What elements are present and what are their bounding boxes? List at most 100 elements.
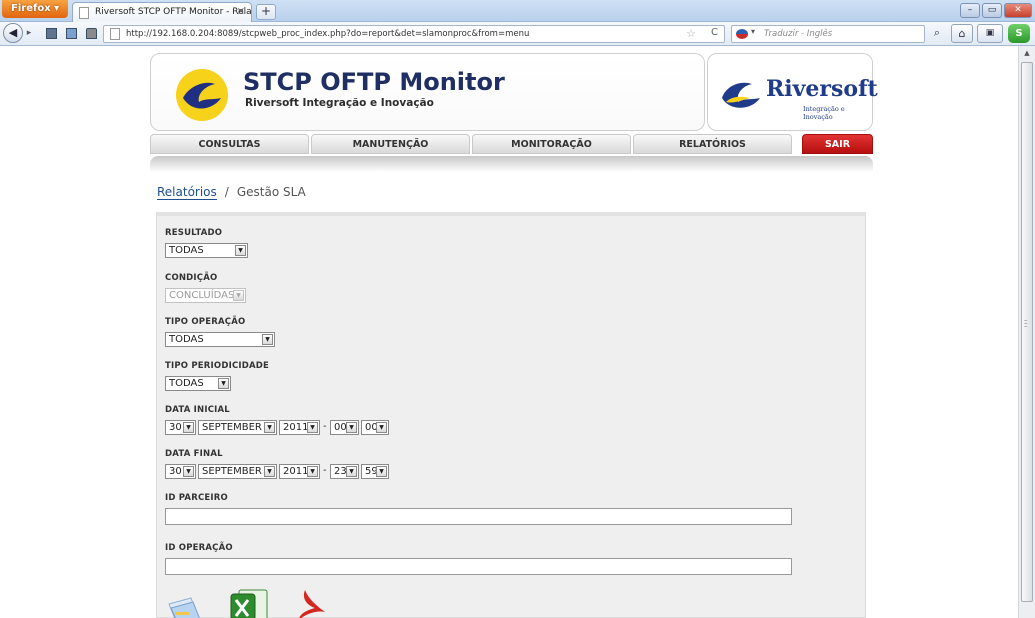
brand-panel: Riversoft Integração e Inovação — [707, 53, 878, 131]
chevron-down-icon[interactable]: ▼ — [233, 290, 244, 301]
breadcrumb-separator: / — [224, 185, 229, 199]
time-separator: - — [323, 465, 327, 476]
home-button[interactable]: ⌂ — [951, 24, 973, 43]
data-inicial-hour-value: 00 — [334, 422, 347, 433]
tipo-operacao-label: TIPO OPERAÇÃO — [165, 317, 246, 327]
menu-consultas[interactable]: CONSULTAS — [150, 134, 309, 154]
data-final-hour-select[interactable]: 23 ▼ — [330, 464, 359, 479]
download-button[interactable]: ▣ — [977, 24, 1003, 43]
data-final-day-select[interactable]: 30 ▼ — [165, 464, 196, 479]
data-inicial-hour-select[interactable]: 00 ▼ — [330, 420, 359, 435]
translate-search-input[interactable]: ▾ Traduzir - Inglês — [731, 25, 925, 43]
url-text: http://192.168.0.204:8089/stcpweb_proc_i… — [126, 29, 530, 39]
menu-manutencao[interactable]: MANUTENÇÃO — [311, 134, 470, 154]
tipo-operacao-value: TODAS — [169, 334, 204, 345]
firefox-menu-label: Firefox — [11, 3, 51, 14]
address-bar[interactable]: http://192.168.0.204:8089/stcpweb_proc_i… — [103, 25, 725, 43]
chevron-down-icon[interactable]: ▼ — [307, 422, 318, 433]
breadcrumb-current: Gestão SLA — [236, 185, 306, 199]
data-final-month-select[interactable]: SEPTEMBER ▼ — [198, 464, 277, 479]
document-icon[interactable] — [165, 594, 205, 618]
data-inicial-month-select[interactable]: SEPTEMBER ▼ — [198, 420, 277, 435]
tipo-periodicidade-label: TIPO PERIODICIDADE — [165, 361, 270, 371]
search-placeholder: Traduzir - Inglês — [764, 29, 833, 39]
data-final-month-value: SEPTEMBER — [202, 466, 262, 477]
scroll-up-arrow[interactable]: ▲ — [1019, 46, 1035, 60]
page-icon — [79, 7, 89, 19]
data-inicial-year-select[interactable]: 2011 ▼ — [279, 420, 320, 435]
chevron-down-icon[interactable]: ▼ — [376, 422, 387, 433]
minimize-window-button[interactable]: – — [960, 3, 980, 18]
data-final-year-select[interactable]: 2011 ▼ — [279, 464, 320, 479]
menu-relatorios[interactable]: RELATÓRIOS — [633, 134, 792, 154]
data-final-hour-value: 23 — [334, 466, 347, 477]
toolbar-lock-icon[interactable] — [86, 28, 97, 39]
resultado-label: RESULTADO — [165, 228, 223, 238]
riversoft-logo-icon — [176, 69, 228, 121]
chevron-down-icon[interactable]: ▼ — [346, 422, 357, 433]
toolbar-save-icon[interactable] — [46, 28, 57, 39]
chevron-down-icon[interactable]: ▼ — [262, 334, 273, 345]
id-operacao-input[interactable] — [165, 558, 792, 575]
menu-monitoracao[interactable]: MONITORAÇÃO — [472, 134, 631, 154]
tipo-operacao-select[interactable]: TODAS ▼ — [165, 332, 275, 347]
firefox-menu-button[interactable]: Firefox ▾ — [2, 0, 68, 18]
skype-icon[interactable]: S — [1008, 24, 1030, 43]
maximize-window-button[interactable]: ▭ — [982, 3, 1002, 18]
data-inicial-year-value: 2011 — [283, 422, 309, 433]
tab-title: Riversoft STCP OFTP Monitor - Relatório.… — [95, 7, 252, 17]
search-icon[interactable]: ⌕ — [929, 26, 945, 42]
new-tab-button[interactable]: + — [256, 4, 276, 20]
chevron-down-icon[interactable]: ▼ — [376, 466, 387, 477]
site-identity-icon[interactable] — [110, 28, 120, 40]
logout-button[interactable]: SAIR — [802, 134, 873, 154]
data-final-label: DATA FINAL — [165, 449, 223, 459]
condicao-select[interactable]: CONCLUÍDAS ▼ — [165, 288, 246, 303]
brand-name: Riversoft — [766, 76, 878, 102]
id-parceiro-label: ID PARCEIRO — [165, 493, 228, 503]
back-button[interactable]: ◀ — [3, 23, 23, 43]
condicao-value: CONCLUÍDAS — [169, 290, 235, 301]
pdf-icon[interactable] — [295, 588, 329, 618]
bookmark-star-icon[interactable]: ☆ — [686, 27, 696, 40]
reload-icon[interactable]: C — [711, 27, 718, 38]
brand-tagline: Integração e Inovação — [803, 105, 845, 121]
resultado-select[interactable]: TODAS ▼ — [165, 243, 248, 258]
app-title: STCP OFTP Monitor — [243, 68, 505, 96]
chevron-down-icon[interactable]: ▼ — [264, 466, 275, 477]
breadcrumb-relatorios-link[interactable]: Relatórios — [157, 185, 217, 200]
data-final-minute-select[interactable]: 59 ▼ — [361, 464, 389, 479]
excel-icon[interactable] — [229, 588, 269, 618]
vertical-scrollbar[interactable]: ▲ – – – — [1018, 46, 1035, 618]
chevron-down-icon[interactable]: ▼ — [218, 378, 229, 389]
scrollbar-thumb[interactable]: – – – — [1021, 62, 1033, 602]
app-header: STCP OFTP Monitor Riversoft Integração e… — [150, 53, 705, 131]
forward-button[interactable]: ▸ — [22, 27, 36, 40]
breadcrumb: Relatórios / Gestão SLA — [157, 185, 306, 200]
data-inicial-day-select[interactable]: 30 ▼ — [165, 420, 196, 435]
data-inicial-label: DATA INICIAL — [165, 405, 230, 415]
chevron-down-icon[interactable]: ▼ — [183, 466, 194, 477]
browser-tab[interactable]: Riversoft STCP OFTP Monitor - Relatório.… — [72, 2, 252, 22]
resultado-value: TODAS — [169, 245, 204, 256]
data-final-day-value: 30 — [169, 466, 182, 477]
report-filter-form: RESULTADO TODAS ▼ CONDIÇÃO CONCLUÍDAS ▼ … — [156, 212, 866, 618]
scrollbar-grip-icon: – – – — [1024, 316, 1028, 330]
chevron-down-icon[interactable]: ▼ — [264, 422, 275, 433]
chevron-down-icon[interactable]: ▼ — [346, 466, 357, 477]
chevron-down-icon[interactable]: ▼ — [307, 466, 318, 477]
brand-logo-icon — [722, 82, 760, 108]
tipo-periodicidade-select[interactable]: TODAS ▼ — [165, 376, 231, 391]
time-separator: - — [323, 421, 327, 432]
id-parceiro-input[interactable] — [165, 508, 792, 525]
toolbar-window-icon[interactable] — [66, 28, 77, 39]
chevron-down-icon[interactable]: ▼ — [235, 245, 246, 256]
data-final-year-value: 2011 — [283, 466, 309, 477]
browser-title-bar: Firefox ▾ Riversoft STCP OFTP Monitor - … — [0, 0, 1035, 22]
tab-close-icon[interactable]: × — [237, 6, 245, 17]
chevron-down-icon[interactable]: ▼ — [183, 422, 194, 433]
close-window-button[interactable]: ✕ — [1004, 3, 1032, 18]
chevron-down-icon[interactable]: ▾ — [751, 27, 755, 36]
data-inicial-minute-select[interactable]: 00 ▼ — [361, 420, 389, 435]
language-flag-icon[interactable] — [736, 29, 748, 39]
